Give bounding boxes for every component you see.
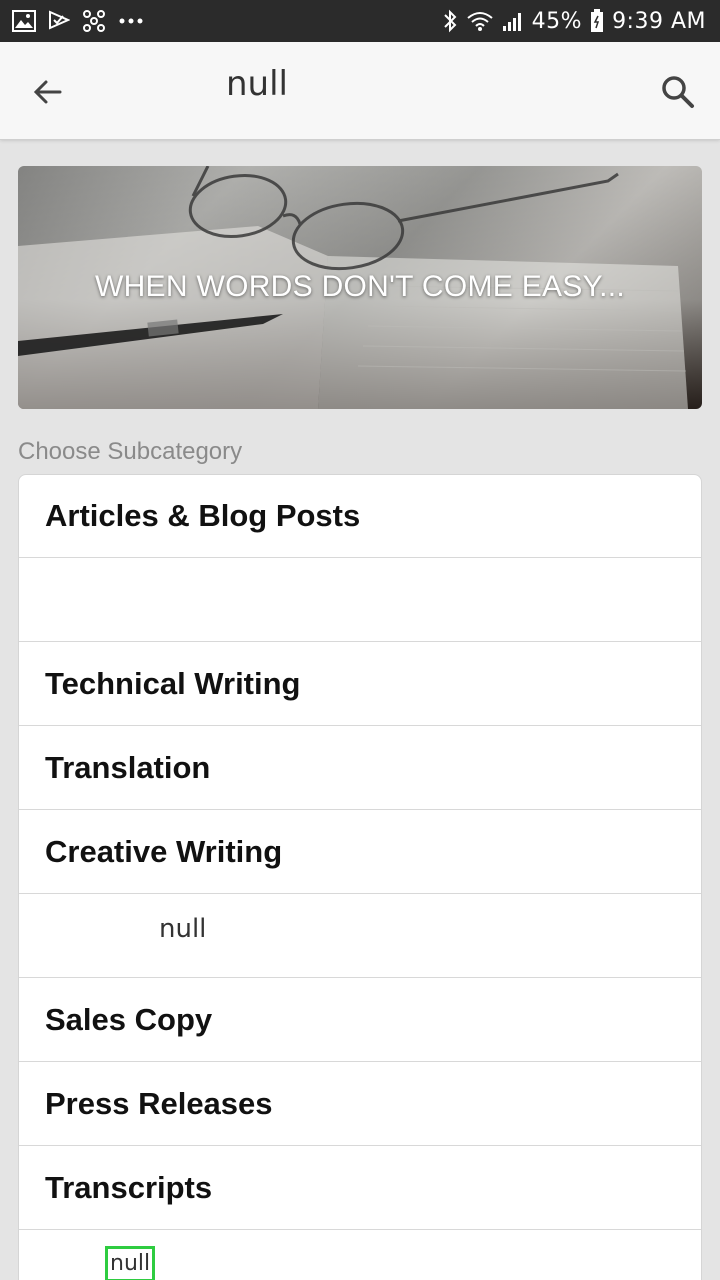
status-left: [12, 9, 144, 33]
highlighted-overlay-text: null: [105, 1246, 156, 1280]
list-item-label: Translation: [45, 749, 211, 785]
list-item-sales-copy[interactable]: Sales Copy: [19, 978, 701, 1062]
status-right: 45% 9:39 AM: [442, 9, 706, 34]
list-item-label: Technical Writing: [45, 665, 301, 701]
list-item-label: Creative Writing: [45, 833, 283, 869]
battery-icon: [590, 9, 604, 33]
search-icon: [662, 76, 694, 108]
back-button[interactable]: [28, 72, 68, 112]
list-item-null[interactable]: null: [19, 894, 701, 978]
list-item-label: Articles & Blog Posts: [45, 498, 361, 533]
check-flag-icon: [48, 10, 70, 32]
hero-title: WHEN WORDS DON'T COME EASY...: [94, 270, 626, 303]
list-item-articles[interactable]: Articles & Blog Posts: [19, 475, 701, 558]
battery-percent: 45%: [531, 8, 583, 34]
list-item-label: Press Releases: [45, 1085, 273, 1121]
list-item-label: Transcripts: [45, 1169, 213, 1205]
clock: 9:39 AM: [612, 8, 706, 34]
list-item-translation[interactable]: Translation: [19, 726, 701, 810]
list-item-overlay-text: null: [159, 914, 207, 944]
list-item-blank[interactable]: [19, 558, 701, 642]
subcategory-list: Articles & Blog Posts Technical Writing …: [18, 474, 702, 1280]
signal-icon: [502, 10, 524, 32]
section-label: Choose Subcategory: [18, 438, 243, 465]
list-item-technical-writing[interactable]: Technical Writing: [19, 642, 701, 726]
hero-banner: WHEN WORDS DON'T COME EASY...: [18, 166, 702, 409]
sync-icon: [82, 9, 106, 33]
gallery-icon: [12, 10, 36, 32]
wifi-icon: [466, 10, 494, 32]
list-item-press-releases[interactable]: Press Releases: [19, 1062, 701, 1146]
app-bar: null: [0, 42, 720, 140]
bluetooth-icon: [442, 9, 458, 33]
more-dots-icon: [118, 17, 144, 25]
search-button[interactable]: [656, 70, 700, 114]
list-item-creative-writing[interactable]: Creative Writing: [19, 810, 701, 894]
status-bar: 45% 9:39 AM: [0, 0, 720, 42]
page-title: null: [226, 64, 288, 104]
back-arrow-icon: [33, 80, 62, 104]
list-item-null-highlighted[interactable]: null: [19, 1230, 701, 1280]
list-item-transcripts[interactable]: Transcripts: [19, 1146, 701, 1230]
list-item-label: Sales Copy: [45, 1001, 213, 1037]
